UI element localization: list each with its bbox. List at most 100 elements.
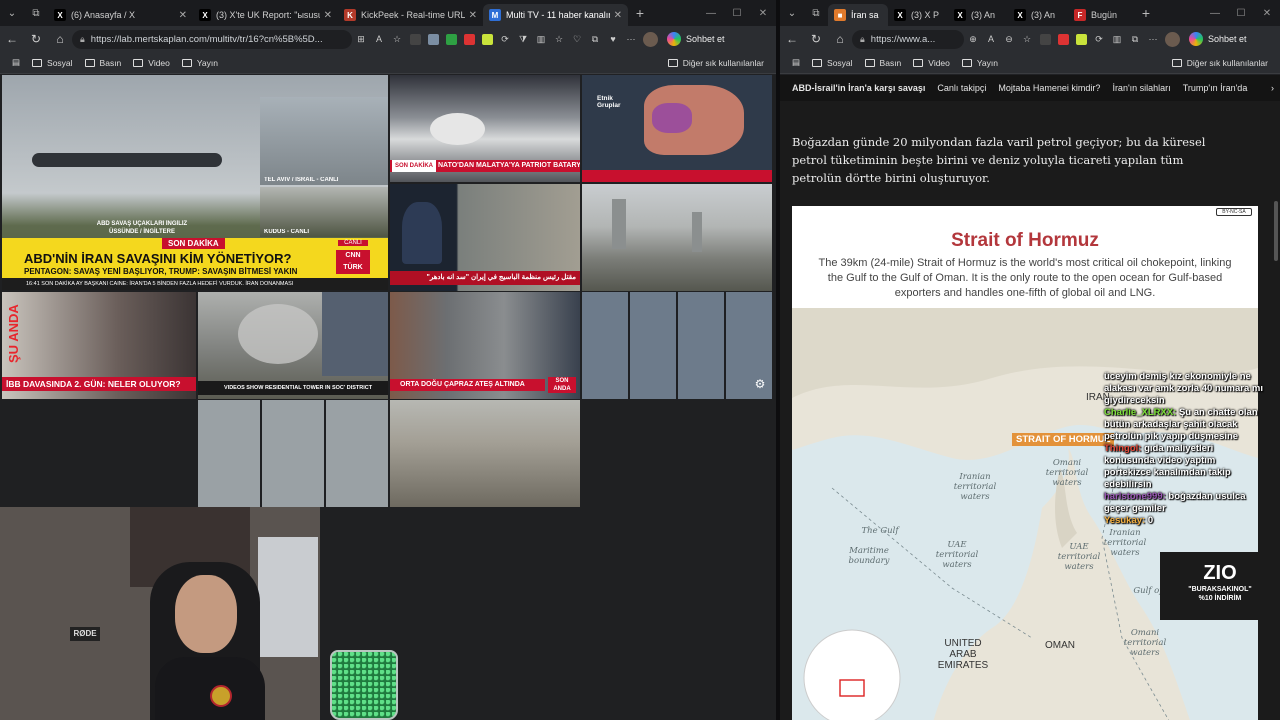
new-tab-button[interactable]: + bbox=[628, 0, 652, 26]
window-controls: — ☐ ✕ bbox=[698, 8, 776, 19]
back-icon[interactable]: ← bbox=[780, 26, 804, 52]
performance-icon[interactable]: ♥ bbox=[604, 30, 622, 48]
close-window-icon[interactable]: ✕ bbox=[750, 8, 776, 19]
maximize-icon[interactable]: ☐ bbox=[1228, 8, 1254, 19]
close-window-icon[interactable]: ✕ bbox=[1254, 8, 1280, 19]
settings-gear-icon[interactable]: ⚙ bbox=[752, 377, 768, 393]
close-icon[interactable]: ✕ bbox=[324, 10, 332, 21]
bookmark-folder-video[interactable]: Video bbox=[133, 58, 170, 68]
close-icon[interactable]: ✕ bbox=[179, 10, 187, 21]
bookmark-menu-icon[interactable]: ▤ bbox=[12, 57, 20, 68]
tv-tile-city-view[interactable] bbox=[390, 400, 580, 507]
tab-x-2[interactable]: X (3) An bbox=[948, 4, 1008, 26]
tv-tile-ibb-trial[interactable]: ŞU ANDA İBB DAVASINDA 2. GÜN: NELER OLUY… bbox=[2, 292, 196, 399]
refresh-icon[interactable]: ↻ bbox=[804, 26, 828, 52]
extension-icon[interactable]: ⟳ bbox=[1090, 30, 1108, 48]
extension-icon[interactable] bbox=[442, 30, 460, 48]
nav-item-war[interactable]: ABD-İsrail'in İran'a karşı savaşı bbox=[792, 83, 925, 93]
favorite-star-icon[interactable]: ☆ bbox=[388, 30, 406, 48]
tv-tile-ntv-studio[interactable]: NATO'DAN MALATYA'YA PATRIOT BATARYASI SO… bbox=[390, 75, 580, 182]
minimize-icon[interactable]: — bbox=[698, 8, 724, 19]
home-icon[interactable]: ⌂ bbox=[48, 26, 72, 52]
more-icon[interactable]: ··· bbox=[1144, 30, 1162, 48]
bookmark-menu-icon[interactable]: ▤ bbox=[792, 57, 800, 68]
split-icon[interactable]: ⊞ bbox=[352, 30, 370, 48]
read-aloud-icon[interactable]: A bbox=[982, 30, 1000, 48]
copilot-chat-button[interactable]: Sohbet et bbox=[667, 32, 725, 46]
tab-actions-icon[interactable]: ⌄ bbox=[780, 0, 804, 26]
scrollbar[interactable] bbox=[1274, 201, 1278, 261]
tv-tile-arabic-news[interactable]: مقتل رئيس منظمة الباسيج في إيران "سد انه… bbox=[390, 184, 580, 291]
extension-icon[interactable] bbox=[460, 30, 478, 48]
tv-tile-ntv-map[interactable]: Etnik Gruplar bbox=[582, 75, 772, 182]
nav-item-mojtaba[interactable]: Mojtaba Hamenei kimdir? bbox=[998, 83, 1100, 93]
bookmark-folder-basin[interactable]: Basın bbox=[84, 58, 121, 68]
split-screen-icon[interactable]: ▥ bbox=[532, 30, 550, 48]
refresh-icon[interactable]: ↻ bbox=[24, 26, 48, 52]
maximize-icon[interactable]: ☐ bbox=[724, 8, 750, 19]
extensions-puzzle-icon[interactable]: ⧩ bbox=[514, 30, 532, 48]
other-favorites[interactable]: Diğer sık kullanılanlar bbox=[667, 58, 764, 68]
home-icon[interactable]: ⌂ bbox=[828, 26, 852, 52]
tab-multitv[interactable]: M Multi TV - 11 haber kanalını aynı ✕ bbox=[483, 4, 628, 26]
chevron-right-icon[interactable]: › bbox=[1271, 83, 1274, 93]
lock-icon[interactable]: 🔒︎ bbox=[860, 34, 865, 45]
extension-icon[interactable]: ⟳ bbox=[496, 30, 514, 48]
bookmark-folder-video[interactable]: Video bbox=[913, 58, 950, 68]
extension-icon[interactable] bbox=[424, 30, 442, 48]
extension-icon[interactable] bbox=[1072, 30, 1090, 48]
copilot-chat-button[interactable]: Sohbet et bbox=[1189, 32, 1247, 46]
extension-icon[interactable] bbox=[1036, 30, 1054, 48]
favorites-icon[interactable]: ☆ bbox=[550, 30, 568, 48]
bookmark-folder-sosyal[interactable]: Sosyal bbox=[32, 58, 73, 68]
tab-kickpeek[interactable]: K KickPeek - Real-time URL Cra ✕ bbox=[338, 4, 483, 26]
read-aloud-icon[interactable]: A bbox=[370, 30, 388, 48]
nav-item-weapons[interactable]: İran'ın silahları bbox=[1112, 83, 1170, 93]
tab-bugun[interactable]: F Bugün bbox=[1068, 4, 1134, 26]
extension-icon[interactable]: ⊖ bbox=[1000, 30, 1018, 48]
extension-icon[interactable] bbox=[1054, 30, 1072, 48]
avatar[interactable] bbox=[1165, 31, 1180, 47]
tv-tile-city-cams[interactable] bbox=[198, 400, 388, 507]
close-icon[interactable]: ✕ bbox=[614, 10, 622, 21]
feedback-icon[interactable]: ♡ bbox=[568, 30, 586, 48]
tab-x-1[interactable]: X (3) X P bbox=[888, 4, 948, 26]
back-icon[interactable]: ← bbox=[0, 26, 24, 52]
nav-item-trump[interactable]: Trump'ın İran'da bbox=[1183, 83, 1248, 93]
url-field[interactable]: 🔒︎ https://lab.mertskaplan.com/multitv/t… bbox=[72, 29, 352, 49]
other-favorites[interactable]: Diğer sık kullanılanlar bbox=[1171, 58, 1268, 68]
bookmark-folder-basin[interactable]: Basın bbox=[864, 58, 901, 68]
collections-icon[interactable]: ⧉ bbox=[586, 30, 604, 48]
tv-tile-airbase[interactable]: TEL AVIV / İSRAİL - CANLI KUDÜS - CANLI … bbox=[2, 75, 388, 290]
workspaces-icon[interactable]: ⧉ bbox=[24, 0, 48, 26]
tv-tile-aljazeera[interactable]: VIDEOS SHOW RESIDENTIAL TOWER IN SOC' DI… bbox=[198, 292, 388, 399]
close-icon[interactable]: ✕ bbox=[469, 10, 477, 21]
tab-x-home[interactable]: X (6) Anasayfa / X ✕ bbox=[48, 4, 193, 26]
new-tab-button[interactable]: + bbox=[1134, 0, 1158, 26]
workspaces-icon[interactable]: ⧉ bbox=[804, 0, 828, 26]
cnn-logo: CNN TÜRK bbox=[336, 250, 370, 274]
split-screen-icon[interactable]: ▥ bbox=[1108, 30, 1126, 48]
tv-tile-webcam-grid[interactable]: ⚙ bbox=[582, 292, 772, 399]
tv-tile-orta-dogu[interactable]: ORTA DOĞU ÇAPRAZ ATEŞ ALTINDA SON ANDA bbox=[390, 292, 580, 399]
url-field[interactable]: 🔒︎ https://www.a... bbox=[852, 29, 964, 49]
tab-iran-article[interactable]: ■ İran sa bbox=[828, 4, 888, 26]
tv-tile-skyline[interactable] bbox=[582, 184, 772, 291]
extension-icon[interactable] bbox=[406, 30, 424, 48]
favorite-star-icon[interactable]: ☆ bbox=[1018, 30, 1036, 48]
bookmark-folder-yayin[interactable]: Yayın bbox=[181, 58, 218, 68]
bookmarks-bar: ▤ Sosyal Basın Video Yayın Diğer sık kul… bbox=[0, 52, 776, 74]
lock-icon[interactable]: 🔒︎ bbox=[80, 34, 85, 45]
extension-icon[interactable]: ⊕ bbox=[964, 30, 982, 48]
avatar[interactable] bbox=[643, 31, 658, 47]
more-icon[interactable]: ··· bbox=[622, 30, 640, 48]
tab-actions-icon[interactable]: ⌄ bbox=[0, 0, 24, 26]
tab-x-report[interactable]: X (3) X'te UK Report: "ыsusu. — A ✕ bbox=[193, 4, 338, 26]
minimize-icon[interactable]: — bbox=[1202, 8, 1228, 19]
bookmark-folder-yayin[interactable]: Yayın bbox=[961, 58, 998, 68]
bookmark-folder-sosyal[interactable]: Sosyal bbox=[812, 58, 853, 68]
nav-item-live[interactable]: Canlı takipçi bbox=[937, 83, 986, 93]
tab-x-3[interactable]: X (3) An bbox=[1008, 4, 1068, 26]
extension-icon[interactable] bbox=[478, 30, 496, 48]
collections-icon[interactable]: ⧉ bbox=[1126, 30, 1144, 48]
